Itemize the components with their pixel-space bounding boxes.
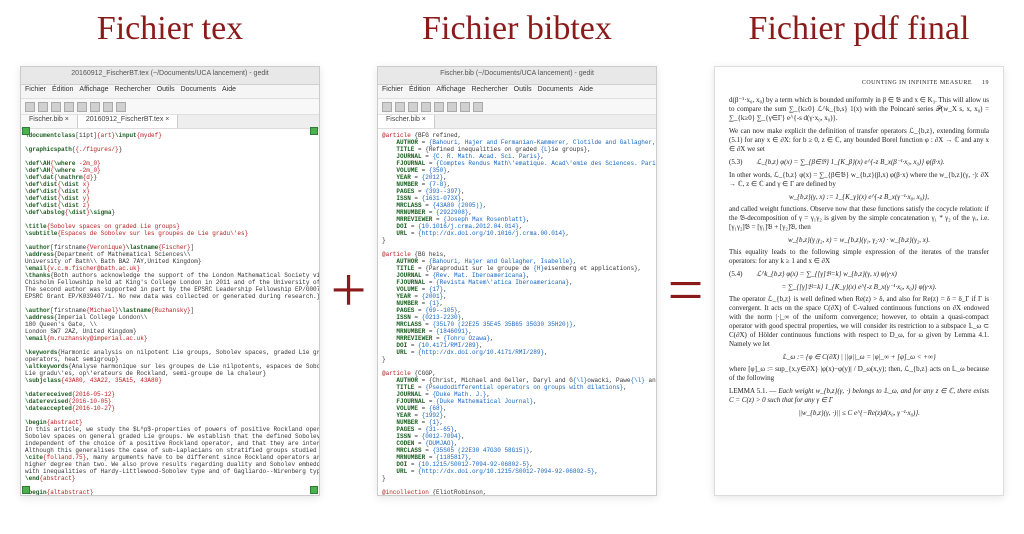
pdf-paragraph: d(β⁻¹·x₀, x₀) by a term which is bounded… [729, 96, 989, 123]
bib-title: Fichier bibtex [422, 10, 612, 48]
tex-title: Fichier tex [97, 10, 243, 48]
pdf-lemma: LEMMA 5.1. — Each weight w_{b,z}(γ, ·) b… [729, 387, 989, 405]
pdf-equation-row: (5.3) ℒ_{b,z} φ(x) = ∑_{β∈𝔅} 1_{K_β}(x) … [729, 158, 989, 167]
pdf-equation-row: (5.4) ℒ^k_{b,z} φ(x) = ∑_{[γ]𝔅=k} w_{b,z… [729, 270, 989, 279]
cut-icon[interactable] [77, 102, 87, 112]
pdf-equation: ||w_{b,z}(γ, ·)|| ≤ C e^{−Re(z)d(x₀, γ⁻¹… [729, 409, 989, 418]
tex-titlebar: 20160912_FischerBT.tex (~/Documents/UCA … [21, 67, 319, 85]
redo-icon[interactable] [421, 102, 431, 112]
layout-container: Fichier tex 20160912_FischerBT.tex (~/Do… [0, 0, 1024, 534]
menu-item[interactable]: Fichier [382, 86, 403, 97]
equals-operator: = [666, 70, 706, 510]
pdf-paragraph: We can now make explicit the definition … [729, 127, 989, 154]
tab-fischer-tex[interactable]: 20160912_FischerBT.tex × [78, 115, 178, 128]
pdf-running-title: COUNTING IN INFINITE MEASURE [862, 80, 972, 86]
bib-editor-body[interactable]: @article {BFG refined, AUTHOR = {Bahouri… [378, 129, 656, 495]
pdf-paragraph: The operator ℒ_{b,z} is well defined whe… [729, 295, 989, 349]
copy-icon[interactable] [447, 102, 457, 112]
pdf-paragraph: This equality leads to the following sim… [729, 248, 989, 266]
pdf-column: Fichier pdf final COUNTING IN INFINITE M… [714, 10, 1004, 496]
menu-item[interactable]: Outils [157, 86, 175, 97]
tab-fischer-bib[interactable]: Fischer.bib × [378, 115, 435, 128]
menu-item[interactable]: Affichage [79, 86, 108, 97]
copy-icon[interactable] [90, 102, 100, 112]
pdf-equation: w_{b,z}(γ, x) := 1_{K_γ}(x) e^{-z B_x(γ⁻… [729, 193, 989, 202]
plus-operator: + [329, 70, 369, 510]
menu-item[interactable]: Fichier [25, 86, 46, 97]
pdf-header: COUNTING IN INFINITE MEASURE 19 [729, 79, 989, 88]
menu-item[interactable]: Rechercher [471, 86, 507, 97]
bib-titlebar: Fischer.bib (~/Documents/UCA lancement) … [378, 67, 656, 85]
menu-item[interactable]: Documents [538, 86, 573, 97]
tex-column: Fichier tex 20160912_FischerBT.tex (~/Do… [20, 10, 320, 496]
undo-icon[interactable] [51, 102, 61, 112]
marker-icon [310, 486, 318, 494]
search-icon[interactable] [116, 102, 126, 112]
eq-label: (5.3) [729, 158, 742, 166]
undo-icon[interactable] [408, 102, 418, 112]
menu-item[interactable]: Affichage [436, 86, 465, 97]
redo-icon[interactable] [64, 102, 74, 112]
menu-item[interactable]: Édition [52, 86, 73, 97]
bib-tabs: Fischer.bib × [378, 115, 656, 129]
pdf-equation: w_{b,z}(γ₁γ₂, x) = w_{b,z}(γ₁, γ₂·x) · w… [729, 236, 989, 245]
tex-tabs: Fischer.bib × 20160912_FischerBT.tex × [21, 115, 319, 129]
save-icon[interactable] [38, 102, 48, 112]
pdf-page-number: 19 [982, 80, 989, 86]
menu-item[interactable]: Aide [579, 86, 593, 97]
menu-item[interactable]: Rechercher [114, 86, 150, 97]
tex-menubar[interactable]: Fichier Édition Affichage Rechercher Out… [21, 85, 319, 99]
tex-toolbar [21, 99, 319, 115]
search-icon[interactable] [473, 102, 483, 112]
eq-label: (5.4) [729, 270, 742, 278]
marker-icon [310, 127, 318, 135]
tex-editor-body[interactable]: \documentclass[11pt]{art}\input{mydef} \… [21, 129, 319, 495]
save-icon[interactable] [395, 102, 405, 112]
paste-icon[interactable] [460, 102, 470, 112]
bib-column: Fichier bibtex Fischer.bib (~/Documents/… [377, 10, 657, 496]
pdf-paragraph: In other words, ℒ_{b,z} φ(x) = ∑_{β∈𝔅} w… [729, 171, 989, 189]
menu-item[interactable]: Aide [222, 86, 236, 97]
bib-menubar[interactable]: Fichier Édition Affichage Rechercher Out… [378, 85, 656, 99]
pdf-title: Fichier pdf final [749, 10, 970, 48]
pdf-equation: = ∑_{[γ]𝔅=k} 1_{K_γ}(x) e^{-z B_x(γ⁻¹·x₀… [729, 283, 989, 292]
bib-editor-window: Fischer.bib (~/Documents/UCA lancement) … [377, 66, 657, 496]
marker-icon [22, 486, 30, 494]
pdf-equation: ℒ^k_{b,z} φ(x) = ∑_{[γ]𝔅=k} w_{b,z}(γ, x… [756, 270, 896, 278]
pdf-paragraph: and called weight functions. Observe now… [729, 205, 989, 232]
pdf-paragraph: where [φ]_ω := sup_{x,y∈∂X} |φ(x)−φ(y)| … [729, 365, 989, 383]
bib-toolbar [378, 99, 656, 115]
cut-icon[interactable] [434, 102, 444, 112]
lemma-label: LEMMA 5.1. — [729, 387, 776, 395]
paste-icon[interactable] [103, 102, 113, 112]
pdf-equation: 𝕃_ω := {φ ∈ C(∂X) | ||φ||_ω = |φ|_∞ + [φ… [729, 353, 989, 362]
pdf-equation: ℒ_{b,z} φ(x) = ∑_{β∈𝔅} 1_{K_β}(x) e^{-z … [756, 158, 944, 166]
menu-item[interactable]: Documents [181, 86, 216, 97]
menu-item[interactable]: Outils [514, 86, 532, 97]
open-icon[interactable] [382, 102, 392, 112]
pdf-page: COUNTING IN INFINITE MEASURE 19 d(β⁻¹·x₀… [714, 66, 1004, 496]
marker-icon [22, 127, 30, 135]
tex-editor-window: 20160912_FischerBT.tex (~/Documents/UCA … [20, 66, 320, 496]
open-icon[interactable] [25, 102, 35, 112]
menu-item[interactable]: Édition [409, 86, 430, 97]
